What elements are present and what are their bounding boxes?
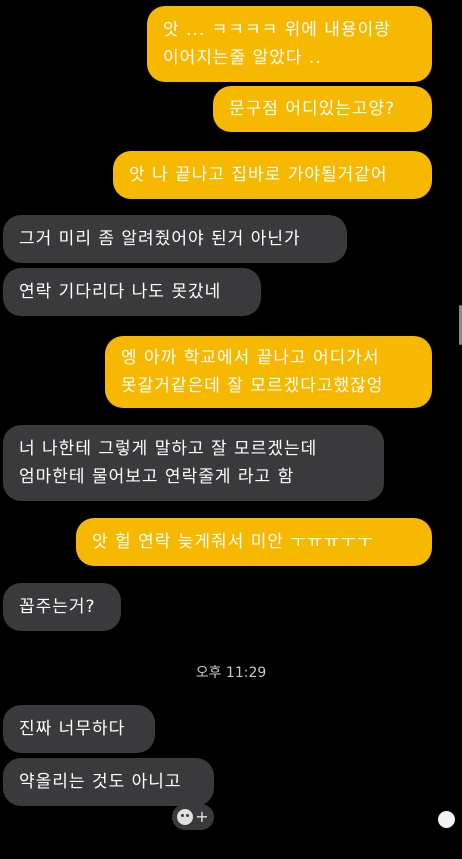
- scroll-to-bottom-dot[interactable]: [438, 811, 455, 828]
- message-bubble-sent[interactable]: 문구점 어디있는고양?: [213, 86, 432, 132]
- message-bubble-sent[interactable]: 앗 ... ㅋㅋㅋㅋ 위에 내용이랑 이어지는줄 알았다 ..: [147, 6, 432, 82]
- smiley-icon: [177, 809, 194, 825]
- message-bubble-received[interactable]: 그거 미리 좀 알려줬어야 된거 아닌가: [3, 215, 347, 263]
- message-bubble-sent[interactable]: 엥 아까 학교에서 끝나고 어디가서 못갈거같은데 잘 모르겠다고했잖엉: [105, 336, 432, 408]
- emoji-reaction-button[interactable]: +: [172, 804, 214, 830]
- message-bubble-sent[interactable]: 앗 나 끝나고 집바로 가야될거같어: [113, 151, 432, 199]
- message-bubble-received[interactable]: 진짜 너무하다: [3, 705, 155, 753]
- message-bubble-received[interactable]: 너 나한테 그렇게 말하고 잘 모르겠는데 엄마한테 물어보고 연락줄게 라고 …: [3, 425, 384, 501]
- timestamp: 오후 11:29: [195, 665, 267, 681]
- plus-icon: +: [195, 807, 209, 826]
- message-bubble-sent[interactable]: 앗 헐 연락 늦게줘서 미안 ㅜㅠㅠㅜㅜ: [76, 518, 432, 566]
- message-bubble-received[interactable]: 연락 기다리다 나도 못갔네: [3, 268, 261, 316]
- message-bubble-received[interactable]: 약올리는 것도 아니고: [3, 758, 214, 806]
- message-bubble-received[interactable]: 꼽주는거?: [3, 583, 121, 631]
